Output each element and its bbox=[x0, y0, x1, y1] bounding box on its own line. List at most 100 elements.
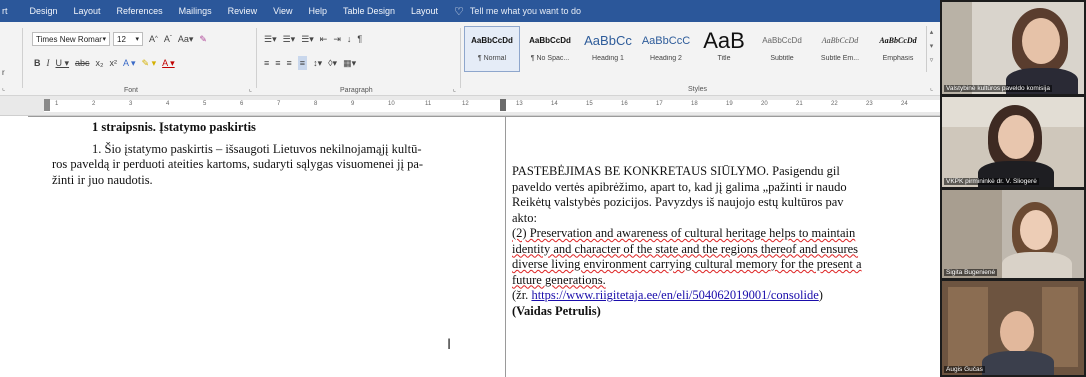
paragraph-launcher-icon[interactable]: ⌞ bbox=[453, 85, 456, 93]
comment-author: (Vaidas Petrulis) bbox=[512, 303, 601, 318]
group-separator bbox=[22, 28, 23, 88]
strikethrough-icon[interactable]: abc bbox=[75, 56, 90, 70]
tab-review[interactable]: Review bbox=[220, 0, 266, 22]
style-heading-1[interactable]: AaBbCc Heading 1 bbox=[580, 26, 636, 72]
tab-partial[interactable]: rt bbox=[0, 0, 22, 22]
superscript-icon[interactable]: x² bbox=[110, 56, 118, 70]
table-cell-right[interactable]: PASTEBĖJIMAS BE KONKRETAUS SIŪLYMO. Pasi… bbox=[512, 164, 940, 319]
document-page[interactable]: 1 straipsnis. Įstatymo paskirtis 1. Šio … bbox=[0, 116, 940, 377]
bold-icon[interactable]: B bbox=[34, 56, 41, 70]
grow-font-icon[interactable]: A ^ bbox=[149, 32, 158, 46]
bullets-icon[interactable]: ☰▾ bbox=[264, 32, 277, 46]
style-label: Subtle Em... bbox=[820, 55, 860, 62]
style-normal[interactable]: AaBbCcDd ¶ Normal bbox=[464, 26, 520, 72]
style-no-spacing[interactable]: AaBbCcDd ¶ No Spac... bbox=[522, 26, 578, 72]
participant-face bbox=[998, 115, 1034, 159]
background-bookshelf bbox=[948, 287, 988, 367]
horizontal-ruler[interactable]: 1 2 3 4 5 6 7 8 9 10 11 12 13 14 15 16 1… bbox=[0, 96, 940, 116]
table-column-border[interactable] bbox=[505, 116, 506, 377]
styles-scroll[interactable]: ▴ ▾ ▿ bbox=[926, 26, 936, 72]
tab-table-layout[interactable]: Layout bbox=[403, 0, 446, 22]
ruler-number: 7 bbox=[277, 101, 281, 107]
italic-icon[interactable]: I bbox=[47, 56, 50, 70]
style-label: Emphasis bbox=[882, 55, 914, 62]
borders-icon[interactable]: ▦▾ bbox=[343, 56, 356, 70]
change-case-icon[interactable]: Aa▾ bbox=[178, 32, 194, 46]
shrink-font-icon[interactable]: Aˇ bbox=[164, 32, 172, 46]
style-label: ¶ No Spac... bbox=[530, 55, 570, 62]
article-heading: 1 straipsnis. Įstatymo paskirtis bbox=[92, 120, 256, 134]
justify-icon[interactable]: ≡ bbox=[297, 56, 308, 70]
indent-marker[interactable] bbox=[44, 99, 50, 111]
line-spacing-icon[interactable]: ↕▾ bbox=[313, 56, 322, 70]
font-launcher-icon[interactable]: ⌞ bbox=[249, 85, 252, 93]
style-heading-2[interactable]: AaBbCcC Heading 2 bbox=[638, 26, 694, 72]
participant-face bbox=[1000, 311, 1034, 353]
ruler-number: 3 bbox=[129, 101, 133, 107]
show-marks-icon[interactable]: ¶ bbox=[357, 32, 362, 46]
quote-line: identity and character of the state and … bbox=[512, 241, 859, 256]
style-emphasis[interactable]: AaBbCcDd Emphasis bbox=[870, 26, 926, 72]
group-separator bbox=[460, 28, 461, 88]
reference-link[interactable]: https://www.riigitetaja.ee/en/eli/504062… bbox=[531, 288, 818, 302]
table-cell-left[interactable]: 1 straipsnis. Įstatymo paskirtis 1. Šio … bbox=[52, 120, 498, 188]
increase-indent-icon[interactable]: ⇥ bbox=[333, 32, 341, 46]
quote-line: (2) Preservation and awareness of cultur… bbox=[512, 226, 856, 240]
chevron-down-icon[interactable]: ▾ bbox=[930, 43, 934, 50]
font-name-value: Times New Romar bbox=[36, 34, 102, 44]
tell-me-search[interactable]: ♡ Tell me what you want to do bbox=[446, 5, 581, 18]
tab-table-design[interactable]: Table Design bbox=[335, 0, 403, 22]
font-size-box[interactable]: 12 ▾ bbox=[113, 32, 143, 46]
highlight-color-icon[interactable]: ✎ ▾ bbox=[142, 56, 157, 70]
subscript-icon[interactable]: x₂ bbox=[96, 56, 104, 70]
clipboard-launcher-icon[interactable]: ⌞ bbox=[2, 84, 5, 92]
style-sample: AaBbCcC bbox=[641, 35, 691, 47]
participant-tile[interactable]: Sigita Bugenienė bbox=[942, 190, 1084, 278]
participant-name: Sigita Bugenienė bbox=[944, 269, 998, 276]
ruler-number: 14 bbox=[551, 101, 558, 107]
ruler-number: 24 bbox=[901, 101, 908, 107]
more-styles-icon[interactable]: ▿ bbox=[930, 57, 934, 64]
style-title[interactable]: AaB Title bbox=[696, 26, 752, 72]
participant-tile[interactable]: Augis Gučas bbox=[942, 281, 1084, 375]
reference-prefix: (žr. bbox=[512, 288, 532, 302]
tab-design[interactable]: Design bbox=[22, 0, 66, 22]
ruler-strip bbox=[44, 100, 940, 112]
clipboard-edge-icon[interactable]: r bbox=[2, 68, 5, 77]
font-color-icon[interactable]: A ▾ bbox=[162, 56, 175, 70]
style-subtle-emphasis[interactable]: AaBbCcDd Subtle Em... bbox=[812, 26, 868, 72]
style-sample: AaBbCcDd bbox=[879, 36, 917, 45]
align-left-icon[interactable]: ≡ bbox=[264, 56, 269, 70]
shading-icon[interactable]: ◊▾ bbox=[328, 56, 337, 70]
numbering-icon[interactable]: ☰▾ bbox=[283, 32, 296, 46]
tab-help[interactable]: Help bbox=[300, 0, 335, 22]
column-marker[interactable] bbox=[500, 99, 506, 111]
participant-tile[interactable]: Valstybinė kultūros paveldo komisija bbox=[942, 2, 1084, 94]
multilevel-list-icon[interactable]: ☰▾ bbox=[301, 32, 314, 46]
tab-references[interactable]: References bbox=[109, 0, 171, 22]
clear-formatting-icon[interactable]: ✎ bbox=[199, 32, 207, 46]
chevron-up-icon[interactable]: ▴ bbox=[930, 29, 934, 36]
text-effects-icon[interactable]: A ▾ bbox=[123, 56, 136, 70]
align-right-icon[interactable]: ≡ bbox=[287, 56, 292, 70]
reference-suffix: ) bbox=[818, 288, 823, 302]
quote-line: future generations. bbox=[512, 272, 606, 287]
background-shelf bbox=[942, 2, 972, 94]
decrease-indent-icon[interactable]: ⇤ bbox=[320, 32, 328, 46]
tab-layout[interactable]: Layout bbox=[66, 0, 109, 22]
tab-view[interactable]: View bbox=[265, 0, 300, 22]
participant-body bbox=[982, 351, 1054, 375]
chevron-down-icon: ▾ bbox=[135, 36, 139, 43]
sort-icon[interactable]: ↓ bbox=[347, 32, 352, 46]
participant-body bbox=[1002, 252, 1072, 278]
underline-icon[interactable]: U ▾ bbox=[56, 56, 70, 70]
style-label: Heading 2 bbox=[650, 55, 682, 62]
style-label: Heading 1 bbox=[592, 55, 624, 62]
align-center-icon[interactable]: ≡ bbox=[275, 56, 280, 70]
font-name-box[interactable]: Times New Romar ▾ bbox=[32, 32, 110, 46]
styles-launcher-icon[interactable]: ⌞ bbox=[930, 84, 933, 92]
style-sample: AaBbCcDd bbox=[471, 36, 513, 45]
participant-tile[interactable]: VKPK pirmininkė dr. V. Šliogerė bbox=[942, 97, 1084, 187]
style-subtitle[interactable]: AaBbCcDd Subtitle bbox=[754, 26, 810, 72]
tab-mailings[interactable]: Mailings bbox=[171, 0, 220, 22]
